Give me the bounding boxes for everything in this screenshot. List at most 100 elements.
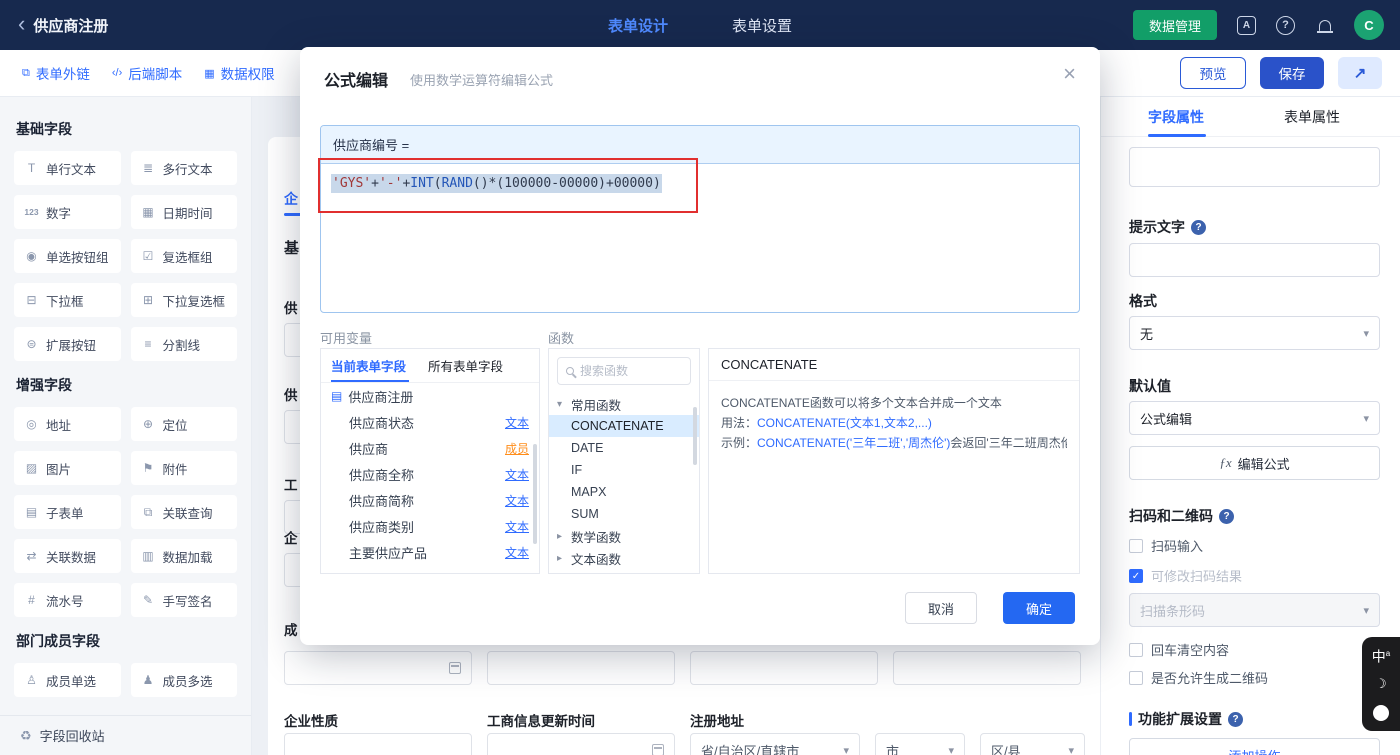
field-image[interactable]: ▨ 图片 [14, 451, 121, 485]
field-dropdown-multi[interactable]: ⊞ 下拉复选框 [130, 283, 237, 317]
field-attachment[interactable]: ⚑ 附件 [130, 451, 237, 485]
search-input[interactable] [580, 364, 682, 378]
checkbox-modify-scan-result[interactable]: ✓ 可修改扫码结果 [1129, 566, 1242, 585]
function-mapx[interactable]: MAPX [549, 481, 699, 503]
field-number[interactable]: 123 数字 [14, 195, 121, 229]
field-type-tag[interactable]: 文本 [505, 466, 529, 483]
field-single-line-text[interactable]: T 单行文本 [14, 151, 121, 185]
help-icon[interactable]: ? [1191, 219, 1206, 235]
tab-form-settings[interactable]: 表单设置 [732, 15, 792, 36]
checkbox-scan-input[interactable]: 扫码输入 [1129, 536, 1203, 555]
function-group-text[interactable]: ▸ 文本函数 [549, 547, 699, 569]
field-extend-button[interactable]: ⊜ 扩展按钮 [14, 327, 121, 361]
preview-button[interactable]: 预览 [1180, 57, 1246, 89]
field-data-load[interactable]: ▥ 数据加载 [130, 539, 237, 573]
checkbox-unchecked-icon[interactable] [1129, 642, 1143, 657]
formula-input-area[interactable]: 'GYS'+'-'+INT(RAND()*(100000-00000)+0000… [321, 164, 1079, 312]
close-icon[interactable]: × [1063, 61, 1076, 87]
function-concatenate[interactable]: CONCATENATE [549, 415, 699, 437]
field-type-tag[interactable]: 文本 [505, 492, 529, 509]
cancel-button[interactable]: 取消 [905, 592, 977, 624]
field-linked-data[interactable]: ⇄ 关联数据 [14, 539, 121, 573]
field-address[interactable]: ◎ 地址 [14, 407, 121, 441]
field-member-multi[interactable]: ♟ 成员多选 [130, 663, 237, 697]
notification-bell-icon[interactable] [1315, 16, 1334, 35]
scan-type-select[interactable]: 扫描条形码 ▾ [1129, 593, 1380, 627]
field-title-input[interactable] [1129, 147, 1380, 187]
field-type-tag[interactable]: 文本 [505, 414, 529, 431]
help-icon[interactable]: ? [1276, 15, 1295, 35]
moon-icon[interactable]: ☽ [1375, 676, 1387, 692]
field-datetime[interactable]: ▦ 日期时间 [130, 195, 237, 229]
field-divider[interactable]: ≡ 分割线 [130, 327, 237, 361]
tab-form-properties[interactable]: 表单属性 [1284, 107, 1340, 127]
field-signature[interactable]: ✎ 手写签名 [130, 583, 237, 617]
field-linked-query[interactable]: ⧉ 关联查询 [130, 495, 237, 529]
function-group-math[interactable]: ▸ 数学函数 [549, 525, 699, 547]
checkbox-allow-qr[interactable]: 是否允许生成二维码 [1129, 668, 1268, 687]
variable-row[interactable]: 供应商类别 文本 [321, 513, 539, 539]
district-select[interactable]: 区/县 ▾ [980, 733, 1085, 755]
translate-icon[interactable]: A [1237, 15, 1256, 35]
variable-row[interactable]: 供应商简称 文本 [321, 487, 539, 513]
field-recycle-bin[interactable]: ♻ 字段回收站 [0, 715, 251, 755]
checkbox-unchecked-icon[interactable] [1129, 670, 1143, 685]
formula-selected-text[interactable]: 'GYS'+'-'+INT(RAND()*(100000-00000)+0000… [331, 174, 662, 193]
ime-handle-icon[interactable] [1373, 705, 1389, 721]
canvas-date-input[interactable] [487, 733, 675, 755]
canvas-field-input[interactable] [487, 651, 675, 685]
canvas-field-input[interactable] [690, 651, 878, 685]
field-subform[interactable]: ▤ 子表单 [14, 495, 121, 529]
data-manage-button[interactable]: 数据管理 [1132, 10, 1217, 40]
help-icon[interactable]: ? [1219, 508, 1234, 524]
canvas-field-input[interactable] [893, 651, 1081, 685]
field-radio-group[interactable]: ◉ 单选按钮组 [14, 239, 121, 273]
ime-language-icon[interactable]: 中a [1372, 647, 1390, 664]
checkbox-enter-clear[interactable]: 回车清空内容 [1129, 640, 1229, 659]
add-action-button[interactable]: 添加操作 [1129, 738, 1380, 755]
variable-row[interactable]: 供应商 成员 [321, 435, 539, 461]
format-select[interactable]: 无 ▾ [1129, 316, 1380, 350]
field-multi-line-text[interactable]: ≣ 多行文本 [130, 151, 237, 185]
variable-row[interactable]: 供应商状态 文本 [321, 409, 539, 435]
tab-field-properties[interactable]: 字段属性 [1148, 107, 1204, 127]
back-icon[interactable]: ‹ [18, 11, 25, 37]
province-select[interactable]: 省/自治区/直辖市 ▾ [690, 733, 860, 755]
form-tree-root[interactable]: ▤ 供应商注册 [321, 383, 539, 409]
field-type-tag[interactable]: 文本 [505, 518, 529, 535]
ime-floating-widget[interactable]: 中a ☽ [1362, 637, 1400, 731]
default-value-select[interactable]: 公式编辑 ▾ [1129, 401, 1380, 435]
checkbox-unchecked-icon[interactable] [1129, 538, 1143, 553]
avatar[interactable]: C [1354, 10, 1384, 40]
data-permission-link[interactable]: ▦ 数据权限 [204, 63, 274, 83]
field-location[interactable]: ⊕ 定位 [130, 407, 237, 441]
share-button[interactable]: ↗ [1338, 57, 1382, 89]
canvas-field-input[interactable] [284, 733, 472, 755]
tab-all-form-fields[interactable]: 所有表单字段 [428, 356, 503, 375]
function-date[interactable]: DATE [549, 437, 699, 459]
field-type-tag[interactable]: 文本 [505, 544, 529, 561]
city-select[interactable]: 市 ▾ [875, 733, 965, 755]
field-type-tag[interactable]: 成员 [505, 440, 529, 457]
backend-script-link[interactable]: ‹/› 后端脚本 [112, 63, 182, 83]
tab-form-design[interactable]: 表单设计 [608, 15, 668, 36]
function-if[interactable]: IF [549, 459, 699, 481]
tab-enterprise-info[interactable]: 企 [284, 189, 298, 209]
variable-row[interactable]: 供应商全称 文本 [321, 461, 539, 487]
function-sum[interactable]: SUM [549, 503, 699, 525]
variable-row[interactable]: 主要供应产品 文本 [321, 539, 539, 565]
scrollbar[interactable] [693, 407, 697, 465]
tab-current-form-fields[interactable]: 当前表单字段 [331, 356, 406, 375]
confirm-button[interactable]: 确定 [1003, 592, 1075, 624]
checkbox-checked-icon[interactable]: ✓ [1129, 568, 1143, 583]
function-group-common[interactable]: ▾ 常用函数 [549, 393, 699, 415]
save-button[interactable]: 保存 [1260, 57, 1324, 89]
help-icon[interactable]: ? [1228, 711, 1243, 727]
field-checkbox-group[interactable]: ☑ 复选框组 [130, 239, 237, 273]
canvas-date-input[interactable] [284, 651, 472, 685]
field-dropdown[interactable]: ⊟ 下拉框 [14, 283, 121, 317]
field-serial-number[interactable]: # 流水号 [14, 583, 121, 617]
form-external-link[interactable]: ⧉ 表单外链 [22, 63, 90, 83]
field-member-single[interactable]: ♙ 成员单选 [14, 663, 121, 697]
edit-formula-button[interactable]: ƒx 编辑公式 [1129, 446, 1380, 480]
